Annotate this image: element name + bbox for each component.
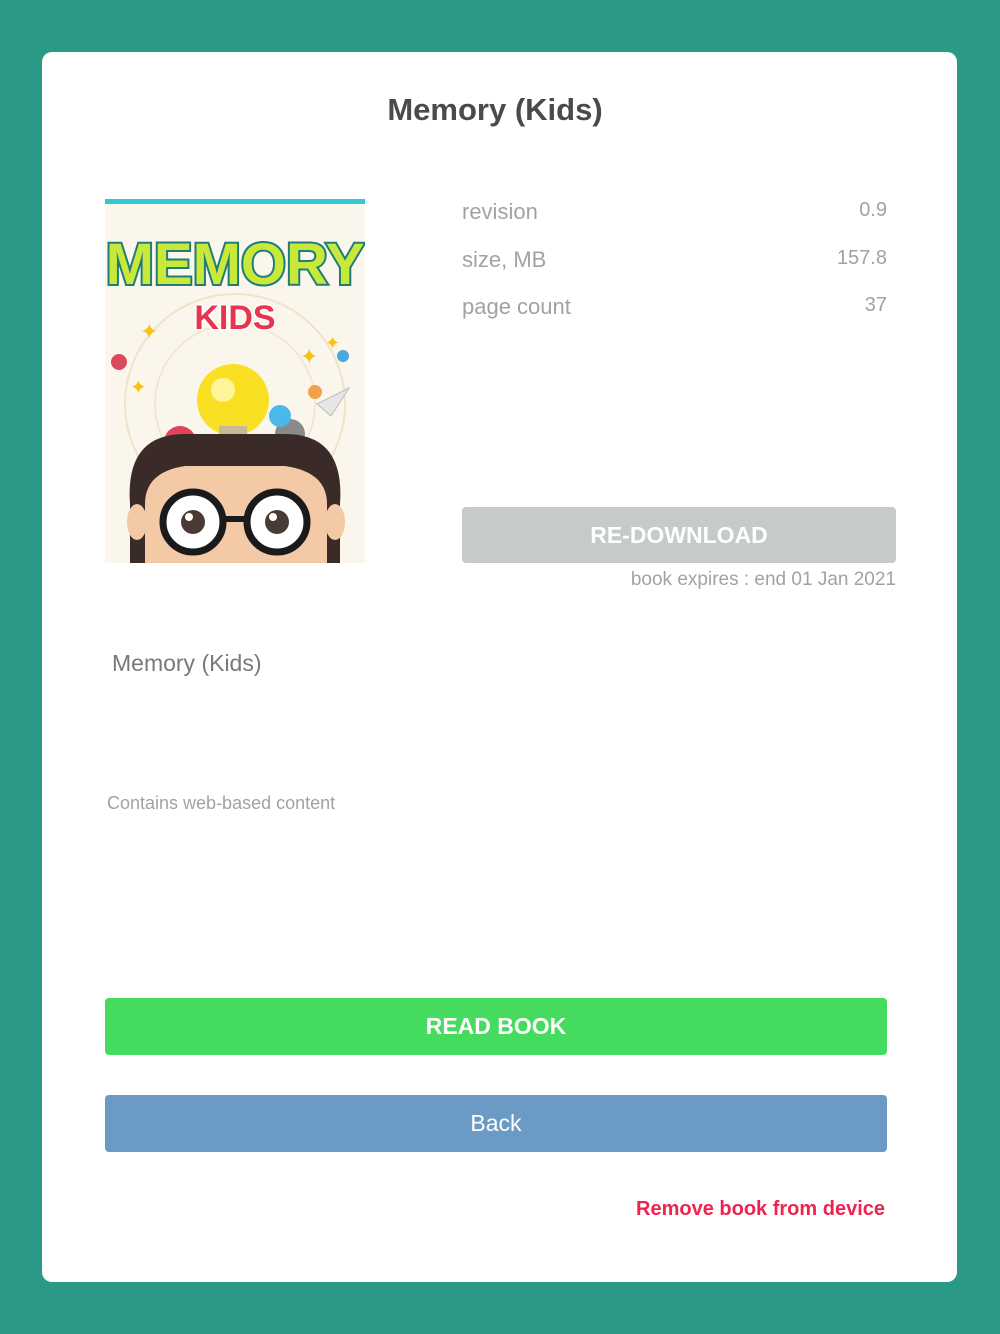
cover-title-memory: MEMORY	[106, 232, 365, 297]
meta-row-page-count: page count 37	[462, 294, 887, 324]
web-content-note: Contains web-based content	[107, 793, 336, 813]
svg-text:✦: ✦	[140, 319, 158, 344]
meta-value: 0.9	[859, 199, 887, 221]
meta-value: 157.8	[836, 247, 887, 269]
meta-label: revision	[462, 199, 538, 224]
meta-label: size, MB	[462, 247, 547, 272]
back-button[interactable]: Back	[105, 1095, 887, 1152]
meta-label: page count	[462, 294, 571, 319]
svg-text:✦: ✦	[300, 344, 318, 369]
expiry-text: book expires : end 01 Jan 2021	[630, 569, 896, 590]
read-book-button[interactable]: READ BOOK	[105, 998, 887, 1055]
page-title: Memory (Kids)	[387, 92, 603, 127]
svg-text:✦: ✦	[325, 333, 340, 353]
cover-title-kids: KIDS	[194, 299, 275, 337]
redownload-button[interactable]: RE-DOWNLOAD	[462, 507, 896, 563]
book-name: Memory (Kids)	[112, 650, 262, 676]
book-cover-image[interactable]: MEMORY KIDS ✦ ✦ ✦ ✦	[105, 199, 365, 563]
remove-book-link[interactable]: Remove book from device	[636, 1198, 885, 1221]
cover-illustration: MEMORY KIDS ✦ ✦ ✦ ✦	[105, 230, 365, 563]
meta-row-revision: revision 0.9	[462, 199, 887, 229]
meta-value: 37	[864, 294, 887, 316]
meta-row-size: size, MB 157.8	[462, 247, 887, 277]
svg-text:✦: ✦	[130, 377, 147, 399]
